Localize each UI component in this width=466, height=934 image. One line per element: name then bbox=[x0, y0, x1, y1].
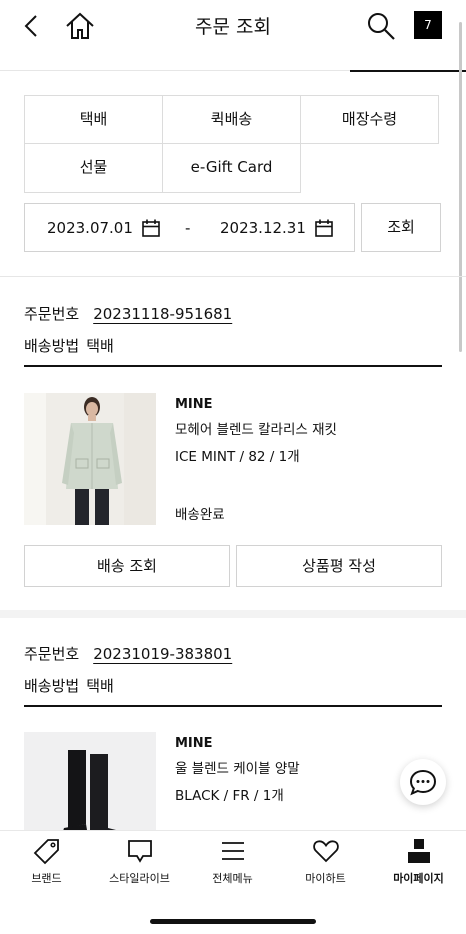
tab-style-live[interactable]: 스타일라이브 bbox=[93, 837, 186, 897]
section-divider bbox=[0, 610, 466, 618]
product-image[interactable] bbox=[24, 732, 156, 830]
write-review-button[interactable]: 상품평 작성 bbox=[236, 545, 442, 587]
tab-label: 마이페이지 bbox=[393, 872, 444, 885]
tab-label: 브랜드 bbox=[31, 872, 62, 885]
cart-count-badge[interactable]: 7 bbox=[414, 11, 442, 39]
product-brand: MINE bbox=[175, 397, 213, 412]
delivery-method-label: 배송방법 bbox=[24, 337, 80, 355]
tab-label: 마이하트 bbox=[305, 872, 346, 885]
delivery-method-value: 택배 bbox=[86, 337, 114, 355]
product-option: ICE MINT / 82 / 1개 bbox=[175, 449, 300, 465]
tab-label: 전체메뉴 bbox=[212, 872, 253, 885]
tab-my-page[interactable]: 마이페이지 bbox=[372, 837, 465, 897]
delivery-method-row: 배송방법 택배 bbox=[24, 335, 114, 356]
product-name[interactable]: 모헤어 블렌드 칼라리스 재킷 bbox=[175, 418, 337, 438]
delivery-method-row: 배송방법 택배 bbox=[24, 675, 114, 696]
tab-all-menu[interactable]: 전체메뉴 bbox=[186, 837, 279, 897]
filter-egift-card[interactable]: e-Gift Card bbox=[162, 143, 301, 193]
order-header-rule bbox=[24, 365, 442, 367]
order-item[interactable]: MINE 모헤어 블렌드 칼라리스 재킷 ICE MINT / 82 / 1개 … bbox=[24, 393, 442, 528]
calendar-icon[interactable] bbox=[141, 218, 161, 238]
filter-gift[interactable]: 선물 bbox=[24, 143, 163, 193]
search-icon[interactable] bbox=[366, 11, 396, 41]
delivery-method-value: 택배 bbox=[86, 677, 114, 695]
order-number-label: 주문번호 bbox=[24, 645, 80, 663]
bottom-tab-bar: 브랜드 스타일라이브 전체메뉴 마이하트 마이페이지 bbox=[0, 830, 466, 934]
product-brand: MINE bbox=[175, 736, 213, 751]
header-divider-accent bbox=[350, 70, 466, 72]
product-image[interactable] bbox=[24, 393, 156, 525]
search-button[interactable]: 조회 bbox=[361, 203, 441, 252]
order-header-rule bbox=[24, 705, 442, 707]
person-icon bbox=[372, 837, 465, 865]
page-title: 주문 조회 bbox=[195, 16, 271, 38]
track-delivery-button[interactable]: 배송 조회 bbox=[24, 545, 230, 587]
top-header: 주문 조회 7 bbox=[0, 0, 466, 52]
tab-label: 스타일라이브 bbox=[109, 872, 170, 885]
order-number-row: 주문번호 20231019-383801 bbox=[24, 643, 232, 664]
filter-quick-delivery[interactable]: 퀵배송 bbox=[162, 95, 301, 144]
order-number-row: 주문번호 20231118-951681 bbox=[24, 303, 232, 324]
chat-button[interactable] bbox=[400, 759, 446, 805]
order-header: 주문번호 20231019-383801 배송방법 택배 bbox=[24, 643, 442, 707]
delivery-type-filter: 택배 퀵배송 매장수령 선물 e-Gift Card bbox=[24, 95, 439, 193]
delivery-method-label: 배송방법 bbox=[24, 677, 80, 695]
date-separator: - bbox=[185, 219, 191, 237]
filter-parcel[interactable]: 택배 bbox=[24, 95, 163, 144]
order-item[interactable]: MINE 울 블렌드 케이블 양말 BLACK / FR / 1개 bbox=[24, 732, 442, 830]
product-option: BLACK / FR / 1개 bbox=[175, 788, 284, 804]
order-number-link[interactable]: 20231118-951681 bbox=[93, 305, 232, 323]
date-end[interactable]: 2023.12.31 bbox=[220, 219, 306, 237]
scrollbar[interactable] bbox=[459, 22, 462, 352]
home-indicator bbox=[150, 919, 316, 924]
delivery-status: 배송완료 bbox=[175, 507, 225, 523]
heart-icon bbox=[279, 837, 372, 865]
filter-store-pickup[interactable]: 매장수령 bbox=[300, 95, 439, 144]
order-number-link[interactable]: 20231019-383801 bbox=[93, 645, 232, 663]
tab-brand[interactable]: 브랜드 bbox=[0, 837, 93, 897]
section-divider bbox=[0, 276, 466, 277]
date-start[interactable]: 2023.07.01 bbox=[47, 219, 133, 237]
product-name[interactable]: 울 블렌드 케이블 양말 bbox=[175, 757, 300, 777]
order-header: 주문번호 20231118-951681 배송방법 택배 bbox=[24, 303, 442, 367]
calendar-icon[interactable] bbox=[314, 218, 334, 238]
menu-icon bbox=[186, 837, 279, 865]
date-range-picker[interactable]: 2023.07.01 - 2023.12.31 bbox=[24, 203, 355, 252]
chat-bubble-icon bbox=[400, 769, 446, 809]
tab-my-heart[interactable]: 마이하트 bbox=[279, 837, 372, 897]
tag-icon bbox=[0, 837, 93, 865]
order-number-label: 주문번호 bbox=[24, 305, 80, 323]
live-chat-icon bbox=[93, 837, 186, 865]
